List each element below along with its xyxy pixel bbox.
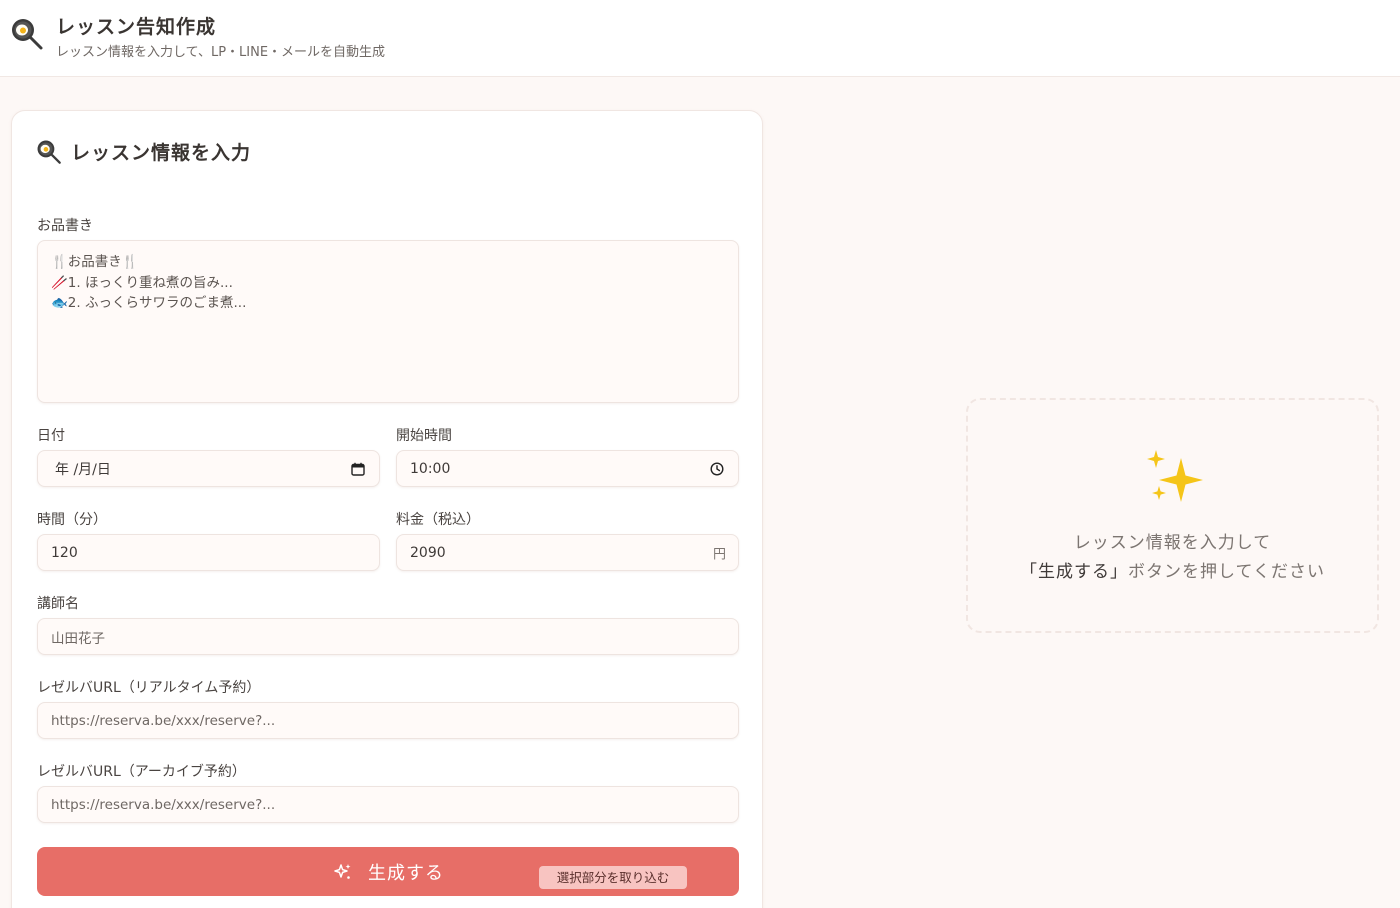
app-header: レッスン告知作成 レッスン情報を入力して、LP・LINE・メールを自動生成 <box>0 0 1400 77</box>
clock-icon[interactable] <box>710 461 724 476</box>
preview-message-line1: レッスン情報を入力して <box>1073 533 1272 553</box>
page-subtitle: レッスン情報を入力して、LP・LINE・メールを自動生成 <box>56 45 386 60</box>
duration-input[interactable]: 120 <box>37 534 380 571</box>
form-heading: レッスン情報を入力 <box>71 142 252 164</box>
sparkle-icon <box>334 864 351 879</box>
url-archive-input[interactable]: https://reserva.be/xxx/reserve?... <box>37 786 739 823</box>
preview-message-line2: 「生成する」ボタンを押してください <box>968 557 1377 582</box>
url-realtime-placeholder: https://reserva.be/xxx/reserve?... <box>51 712 276 729</box>
page-title: レッスン告知作成 <box>56 16 217 38</box>
menu-line: 🥢1. ほっくり重ね煮の旨み... <box>51 275 233 291</box>
menu-line: 🍴お品書き🍴 <box>51 254 139 270</box>
generate-button[interactable]: 生成する 選択部分を取り込む <box>37 847 739 896</box>
price-unit: 円 <box>712 547 726 562</box>
lesson-form-card: レッスン情報を入力 お品書き 🍴お品書き🍴 🥢1. ほっくり重ね煮の旨み... … <box>11 110 763 908</box>
url-realtime-label: レゼルバURL（リアルタイム予約） <box>37 680 261 696</box>
instructor-label: 講師名 <box>37 596 79 612</box>
frying-pan-icon <box>37 140 61 164</box>
date-label: 日付 <box>37 428 65 444</box>
date-value: 年 /月/日 <box>55 461 111 478</box>
price-input[interactable]: 2090 円 <box>396 534 739 571</box>
duration-label: 時間（分） <box>37 512 107 528</box>
sparkles-icon <box>1147 450 1203 502</box>
frying-pan-icon <box>12 19 43 50</box>
price-label: 料金（税込） <box>396 512 480 528</box>
menu-textarea[interactable]: 🍴お品書き🍴 🥢1. ほっくり重ね煮の旨み... 🐟2. ふっくらサワラのごま煮… <box>37 240 739 403</box>
instructor-input[interactable]: 山田花子 <box>37 618 739 655</box>
url-archive-placeholder: https://reserva.be/xxx/reserve?... <box>51 796 276 813</box>
calendar-icon[interactable] <box>351 462 365 476</box>
start-time-label: 開始時間 <box>396 428 452 444</box>
menu-label: お品書き <box>37 218 93 234</box>
duration-value: 120 <box>51 544 78 561</box>
menu-line: 🐟2. ふっくらサワラのごま煮... <box>51 295 247 311</box>
preview-empty-state: レッスン情報を入力して 「生成する」ボタンを押してください <box>966 398 1379 633</box>
instructor-placeholder: 山田花子 <box>51 630 105 647</box>
capture-selection-badge[interactable]: 選択部分を取り込む <box>539 866 687 889</box>
generate-button-label: 生成する <box>368 863 444 884</box>
start-time-input[interactable]: 10:00 <box>396 450 739 487</box>
url-archive-label: レゼルバURL（アーカイブ予約） <box>37 764 246 780</box>
preview-button-name: 「生成する」 <box>1020 562 1128 582</box>
date-input[interactable]: 年 /月/日 <box>37 450 380 487</box>
price-value: 2090 <box>410 544 446 561</box>
url-realtime-input[interactable]: https://reserva.be/xxx/reserve?... <box>37 702 739 739</box>
preview-message-rest: ボタンを押してください <box>1128 562 1325 582</box>
start-time-value: 10:00 <box>410 460 451 477</box>
